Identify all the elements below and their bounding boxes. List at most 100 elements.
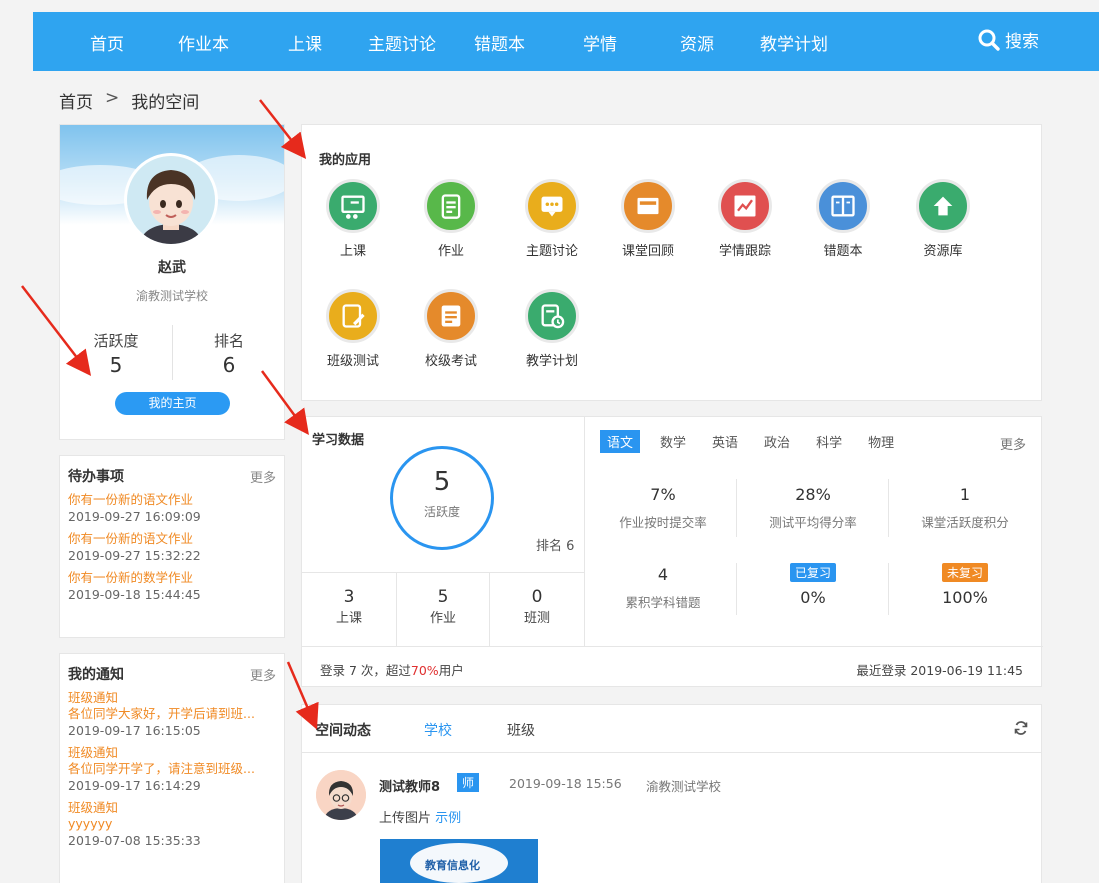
todo-item-time: 2019-09-18 15:44:45 [68, 587, 201, 602]
app-label: 校级考试 [424, 354, 477, 369]
homework-count: 5 作业 [396, 587, 490, 626]
todo-item-link[interactable]: 你有一份新的语文作业 [68, 492, 276, 508]
nav-home[interactable]: 首页 [90, 30, 124, 55]
metric-label: 累积学科错题 [625, 595, 701, 610]
nav-homework[interactable]: 作业本 [178, 30, 229, 55]
resource-icon [916, 179, 970, 233]
todo-item: 你有一份新的语文作业 2019-09-27 15:32:22 [68, 531, 276, 564]
notice-text[interactable]: yyyyyy [68, 816, 276, 832]
feed-tabs: 空间动态 学校 班级 [315, 720, 535, 740]
class-count: 3 上课 [302, 587, 396, 626]
tab-school[interactable]: 学校 [424, 720, 452, 740]
count-label: 班测 [523, 611, 550, 626]
nav-learning[interactable]: 学情 [583, 30, 617, 55]
app-plan[interactable]: 教学计划 [512, 289, 592, 369]
todo-item-time: 2019-09-27 15:32:22 [68, 548, 201, 563]
search-button[interactable]: 搜索 [977, 27, 1039, 52]
refresh-icon[interactable] [1014, 721, 1028, 739]
my-homepage-button[interactable]: 我的主页 [115, 392, 230, 415]
teaching-icon [326, 179, 380, 233]
rank-stat: 排名 6 [173, 330, 284, 377]
todo-item-link[interactable]: 你有一份新的数学作业 [68, 570, 276, 586]
post-link[interactable]: 示例 [435, 811, 461, 826]
notice-item: 班级通知 yyyyyy 2019-07-08 15:35:33 [68, 800, 276, 849]
notices-title: 我的通知 [68, 667, 124, 683]
notices-more-link[interactable]: 更多 [250, 665, 276, 684]
discussion-icon [525, 179, 579, 233]
activity-points-metric: 1 课堂活跃度积分 [890, 485, 1040, 531]
count-label: 上课 [335, 611, 362, 626]
notice-type[interactable]: 班级通知 [68, 745, 276, 761]
login-suffix: 用户 [438, 663, 464, 678]
notice-time: 2019-09-17 16:15:05 [68, 723, 201, 738]
notices-panel: 我的通知 更多 班级通知 各位同学大家好，开学后请到班... 2019-09-1… [59, 653, 285, 883]
tab-math[interactable]: 数学 [660, 432, 686, 451]
app-review[interactable]: 课堂回顾 [608, 179, 688, 259]
reviewed-metric: 已复习 0% [738, 562, 888, 607]
count-value: 5 [437, 587, 449, 607]
todo-item: 你有一份新的语文作业 2019-09-27 16:09:09 [68, 492, 276, 525]
plan-icon [525, 289, 579, 343]
app-resource[interactable]: 资源库 [903, 179, 983, 259]
tab-chinese[interactable]: 语文 [600, 430, 641, 453]
divider [888, 563, 889, 615]
divider [302, 572, 584, 573]
todo-item-link[interactable]: 你有一份新的语文作业 [68, 531, 276, 547]
teacher-badge: 师 [457, 773, 480, 792]
app-class-test[interactable]: 班级测试 [313, 289, 393, 369]
todo-more-link[interactable]: 更多 [250, 467, 276, 486]
notice-item: 班级通知 各位同学开学了，请注意到班级... 2019-09-17 16:14:… [68, 745, 276, 794]
profile-name: 赵武 [158, 260, 186, 276]
notice-type[interactable]: 班级通知 [68, 800, 276, 816]
todo-title: 待办事项 [68, 469, 124, 485]
tab-class[interactable]: 班级 [507, 720, 535, 740]
notice-text[interactable]: 各位同学大家好，开学后请到班... [68, 706, 276, 722]
study-data-title: 学习数据 [312, 433, 365, 448]
breadcrumb-current: 我的空间 [131, 93, 200, 113]
tab-politics[interactable]: 政治 [764, 432, 790, 451]
divider [302, 646, 1043, 647]
app-mistake-book[interactable]: 错题本 [803, 179, 883, 259]
submit-rate-metric: 7% 作业按时提交率 [588, 485, 738, 531]
tab-science[interactable]: 科学 [816, 432, 842, 451]
nav-teaching-plan[interactable]: 教学计划 [760, 30, 828, 55]
notice-text[interactable]: 各位同学开学了，请注意到班级... [68, 761, 276, 777]
subjects-more-link[interactable]: 更多 [1000, 434, 1026, 453]
metric-label: 作业按时提交率 [619, 515, 707, 530]
post-author-avatar[interactable] [316, 770, 366, 820]
rank-label: 排名 [213, 332, 244, 350]
top-nav: 首页 作业本 上课 主题讨论 错题本 学情 资源 教学计划 搜索 [33, 12, 1099, 71]
unreviewed-value: 100% [942, 588, 988, 607]
profile-school: 渝教测试学校 [135, 289, 208, 303]
app-teaching[interactable]: 上课 [313, 179, 393, 259]
nav-class[interactable]: 上课 [288, 30, 322, 55]
app-label: 主题讨论 [525, 244, 578, 259]
activity-label: 活跃度 [93, 332, 139, 350]
app-label: 班级测试 [326, 354, 379, 369]
notice-item: 班级通知 各位同学大家好，开学后请到班... 2019-09-17 16:15:… [68, 690, 276, 739]
nav-resources[interactable]: 资源 [680, 30, 714, 55]
app-label: 上课 [339, 244, 366, 259]
post-image[interactable]: 教育信息化 [380, 839, 538, 883]
post-author-name[interactable]: 测试教师8 [379, 776, 440, 795]
metric-label: 测试平均得分率 [769, 515, 857, 530]
nav-discussion[interactable]: 主题讨论 [368, 30, 436, 55]
notice-type[interactable]: 班级通知 [68, 690, 276, 706]
activity-stat: 活跃度 5 [60, 330, 172, 377]
metric-value: 1 [959, 485, 971, 504]
search-icon [978, 29, 1000, 51]
review-icon [621, 179, 675, 233]
nav-mistakes[interactable]: 错题本 [474, 30, 525, 55]
tab-english[interactable]: 英语 [712, 432, 738, 451]
app-discussion[interactable]: 主题讨论 [512, 179, 592, 259]
app-homework[interactable]: 作业 [411, 179, 491, 259]
breadcrumb: 首页 > 我的空间 [59, 88, 199, 113]
tab-physics[interactable]: 物理 [868, 432, 894, 451]
breadcrumb-home[interactable]: 首页 [59, 88, 93, 113]
class-test-icon [326, 289, 380, 343]
school-exam-icon [424, 289, 478, 343]
app-tracking[interactable]: 学情跟踪 [705, 179, 785, 259]
rank-value: 6 [222, 353, 236, 377]
mistakes-metric: 4 累积学科错题 [588, 565, 738, 611]
app-school-exam[interactable]: 校级考试 [411, 289, 491, 369]
